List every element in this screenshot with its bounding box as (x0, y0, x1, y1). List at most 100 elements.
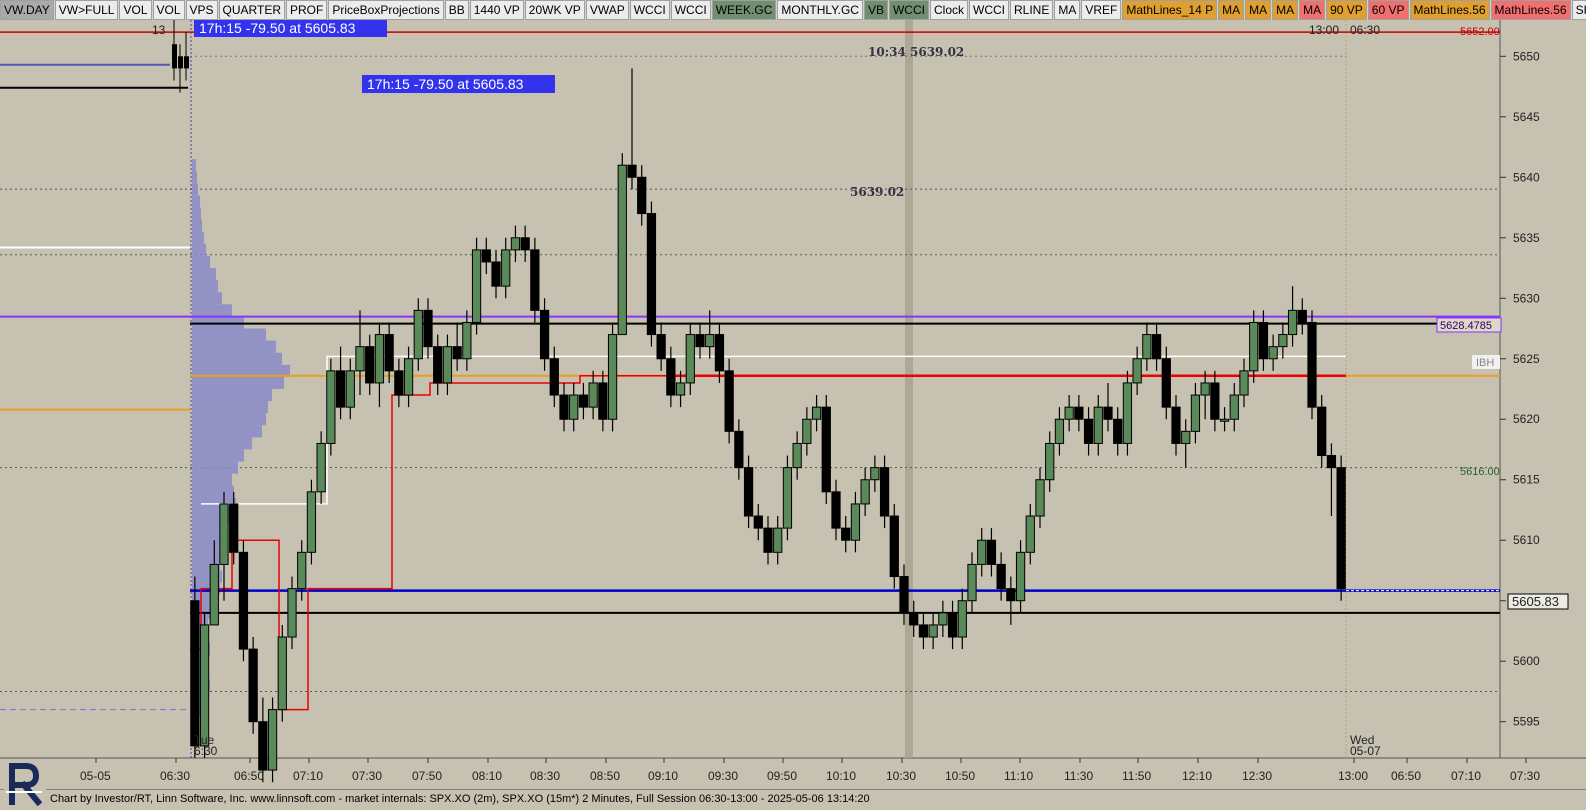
candle-body-40 (578, 394, 589, 408)
toolbar-button-10[interactable]: 20WK VP (524, 0, 585, 20)
toolbar-button-32[interactable]: SHAPE (1571, 0, 1586, 20)
toolbar-button-6[interactable]: PROF (285, 0, 328, 20)
candle-body-96 (1122, 382, 1133, 444)
toolbar-button-2[interactable]: VOL (119, 0, 152, 20)
toolbar-button-9[interactable]: 1440 VP (469, 0, 524, 20)
candle-body-94 (1103, 406, 1113, 420)
toolbar-button-29[interactable]: 60 VP (1367, 0, 1409, 20)
toolbar-button-11[interactable]: VWAP (585, 0, 629, 20)
toolbar-button-1[interactable]: VW>FULL (54, 0, 119, 20)
x-tick-label-19: 12:30 (1242, 769, 1272, 783)
toolbar-button-31[interactable]: MathLines.56 (1490, 0, 1571, 20)
candle-body-7 (258, 721, 268, 771)
candle-body-55 (724, 370, 734, 432)
candle-body-98 (1142, 334, 1152, 360)
x-tick-label-8: 08:50 (590, 769, 620, 783)
toolbar-button-7[interactable]: PriceBoxProjections (328, 0, 444, 20)
profile-bar-41 (192, 207, 201, 220)
toolbar-button-23[interactable]: MathLines_14 P (1122, 0, 1218, 20)
profile-bar-38 (192, 243, 206, 256)
candle-body-66 (831, 491, 841, 529)
footer-text: Chart by Investor/RT, Linn Software, Inc… (50, 793, 870, 805)
candle-body-114 (1297, 309, 1307, 323)
candle-body-23 (413, 309, 423, 360)
candle-body-36 (539, 309, 550, 360)
candle-body-18 (365, 346, 375, 384)
tue-time: 6:30 (194, 744, 218, 758)
candle-body-64 (811, 406, 822, 420)
candle-body-101 (1171, 406, 1181, 444)
toolbar-button-8[interactable]: BB (444, 0, 469, 20)
candle-body-88 (1045, 442, 1055, 481)
toolbar-button-13[interactable]: WCCI (670, 0, 711, 20)
toolbar-button-0[interactable]: VW.DAY (0, 0, 54, 20)
candle-body-87 (1035, 479, 1045, 517)
toolbar-button-3[interactable]: VOL (152, 0, 185, 20)
y-tick-label-8: 5635 (1513, 231, 1540, 245)
profile-bar-29 (192, 352, 282, 365)
candle-body-34 (520, 237, 530, 251)
toolbar-button-22[interactable]: VREF (1081, 0, 1122, 20)
prior-candle-body-2 (184, 56, 189, 69)
toolbar-button-28[interactable]: 90 VP (1326, 0, 1367, 20)
toolbar-button-24[interactable]: MA (1218, 0, 1245, 20)
candle-body-9 (277, 636, 287, 711)
profile-bar-37 (192, 255, 210, 269)
candle-body-68 (850, 503, 861, 541)
y-tick-label-9: 5640 (1513, 170, 1540, 184)
candle-body-67 (841, 527, 851, 541)
x-tick-label-9: 09:10 (648, 769, 678, 783)
candle-body-20 (384, 334, 394, 372)
toolbar-button-17[interactable]: WCCI (888, 0, 929, 20)
toolbar-button-4[interactable]: VPS (185, 0, 218, 20)
toolbar-button-18[interactable]: Clock (929, 0, 968, 20)
ibh-tag: IBH (1476, 357, 1494, 369)
toolbar-button-27[interactable]: MA (1299, 0, 1326, 20)
wed-date: 05-07 (1350, 744, 1381, 758)
candle-body-3 (219, 503, 229, 565)
candle-body-104 (1200, 382, 1210, 396)
toolbar-button-21[interactable]: MA (1054, 0, 1081, 20)
level-annotation: 5639.02 (850, 185, 904, 199)
candle-body-95 (1113, 418, 1123, 444)
candle-body-61 (782, 467, 793, 529)
candle-body-60 (773, 527, 783, 553)
indicator-toolbar: VW.DAY VW>FULL VOL VOL VPS QUARTER PROF PriceBo… (0, 0, 1586, 21)
x-tick-label-21: 06:50 (1391, 769, 1421, 783)
candle-body-102 (1181, 430, 1191, 444)
toolbar-button-14[interactable]: WEEK.GC (711, 0, 777, 20)
candle-body-45 (627, 164, 637, 178)
candle-body-110 (1258, 321, 1269, 360)
candle-body-43 (607, 334, 618, 420)
toolbar-button-25[interactable]: MA (1245, 0, 1272, 20)
candle-body-117 (1326, 455, 1337, 469)
candle-body-8 (267, 709, 278, 771)
profile-bar-35 (192, 280, 218, 293)
toolbar-button-5[interactable]: QUARTER (218, 0, 285, 20)
profile-bar-36 (192, 268, 216, 281)
candle-body-103 (1190, 394, 1201, 432)
candle-body-47 (646, 213, 657, 336)
profile-bar-20 (192, 461, 238, 474)
price-tag-5652: 5652.00 (1460, 26, 1500, 38)
toolbar-button-16[interactable]: VB (863, 0, 888, 20)
toolbar-button-15[interactable]: MONTHLY.GC (777, 0, 863, 20)
y-tick-label-10: 5645 (1513, 110, 1540, 124)
candle-body-65 (821, 406, 831, 493)
toolbar-button-12[interactable]: WCCI (629, 0, 670, 20)
candle-body-89 (1054, 418, 1065, 444)
profile-bar-18 (192, 485, 234, 498)
toolbar-button-26[interactable]: MA (1272, 0, 1299, 20)
profile-bar-13 (192, 546, 224, 559)
candle-body-105 (1210, 382, 1220, 420)
toolbar-button-30[interactable]: MathLines.56 (1409, 0, 1490, 20)
price-chart[interactable]: 5595560056055610561556205625563056355640… (0, 20, 1586, 789)
candle-body-5 (238, 551, 249, 650)
profile-bar-39 (192, 231, 204, 244)
toolbar-button-19[interactable]: WCCI (969, 0, 1009, 20)
candle-body-71 (879, 467, 890, 517)
price-axis[interactable] (1500, 20, 1586, 789)
candle-body-24 (423, 309, 433, 348)
toolbar-button-20[interactable]: RLINE (1010, 0, 1054, 20)
candle-body-107 (1229, 394, 1239, 420)
